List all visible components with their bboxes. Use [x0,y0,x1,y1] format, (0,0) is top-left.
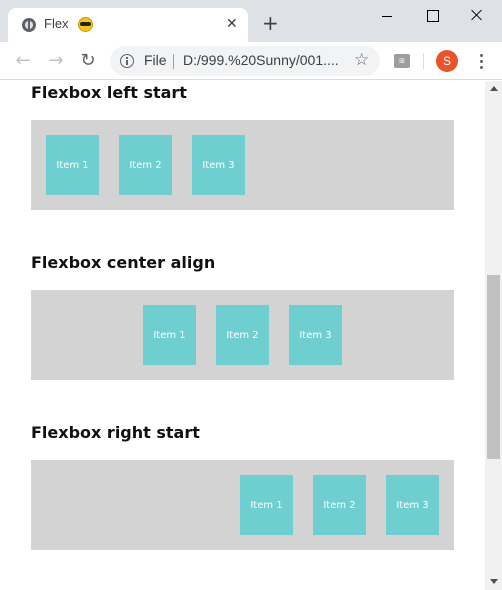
browser-toolbar: ← → ↻ File D:/999.%20Sunny/001.... ☆ ⊞ S [0,42,502,80]
address-scheme-label: File [144,52,167,68]
back-arrow-icon[interactable]: ← [12,50,34,72]
section-title-right-start: Flexbox right start [31,423,200,442]
address-divider [173,54,174,69]
address-bar[interactable]: File D:/999.%20Sunny/001.... ☆ [110,46,380,76]
toolbar-divider [423,53,424,69]
globe-icon [22,18,36,32]
flex-container-center-align: Item 1 Item 2 Item 3 [31,290,454,380]
flex-item: Item 1 [46,135,99,195]
forward-arrow-icon[interactable]: → [45,50,67,72]
maximize-icon[interactable] [422,6,442,26]
tab-title: Flex [44,16,69,31]
page-viewport: Flexbox left start Item 1 Item 2 Item 3 … [0,81,485,590]
sunglasses-emoji-icon [78,17,93,32]
scroll-down-arrow-icon[interactable] [490,579,498,584]
flex-container-left-start: Item 1 Item 2 Item 3 [31,120,454,210]
scroll-up-arrow-icon[interactable] [490,86,498,91]
flex-item: Item 1 [240,475,293,535]
flex-item: Item 3 [289,305,342,365]
flex-container-right-start: Item 1 Item 2 Item 3 [31,460,454,550]
section-title-left-start: Flexbox left start [31,83,187,102]
flex-item: Item 2 [216,305,269,365]
kebab-menu-icon[interactable] [472,51,492,71]
tab-close-icon[interactable]: ✕ [226,16,238,32]
flex-item: Item 2 [119,135,172,195]
flex-item: Item 3 [386,475,439,535]
flex-item: Item 1 [143,305,196,365]
browser-titlebar: Flex ✕ + [0,0,502,42]
extension-icon[interactable]: ⊞ [394,54,410,68]
window-close-icon[interactable] [467,6,487,26]
new-tab-button[interactable]: + [262,13,279,33]
section-title-center-align: Flexbox center align [31,253,216,272]
vertical-scrollbar[interactable] [485,81,502,590]
flex-item: Item 2 [313,475,366,535]
minimize-icon[interactable] [377,6,397,26]
flex-item: Item 3 [192,135,245,195]
info-icon[interactable] [120,54,134,68]
bookmark-star-icon[interactable]: ☆ [354,50,369,70]
address-url[interactable]: D:/999.%20Sunny/001.... [183,52,339,68]
profile-avatar[interactable]: S [436,50,458,72]
browser-tab[interactable]: Flex ✕ [8,8,248,42]
reload-icon[interactable]: ↻ [77,50,99,72]
scrollbar-thumb[interactable] [487,275,500,459]
